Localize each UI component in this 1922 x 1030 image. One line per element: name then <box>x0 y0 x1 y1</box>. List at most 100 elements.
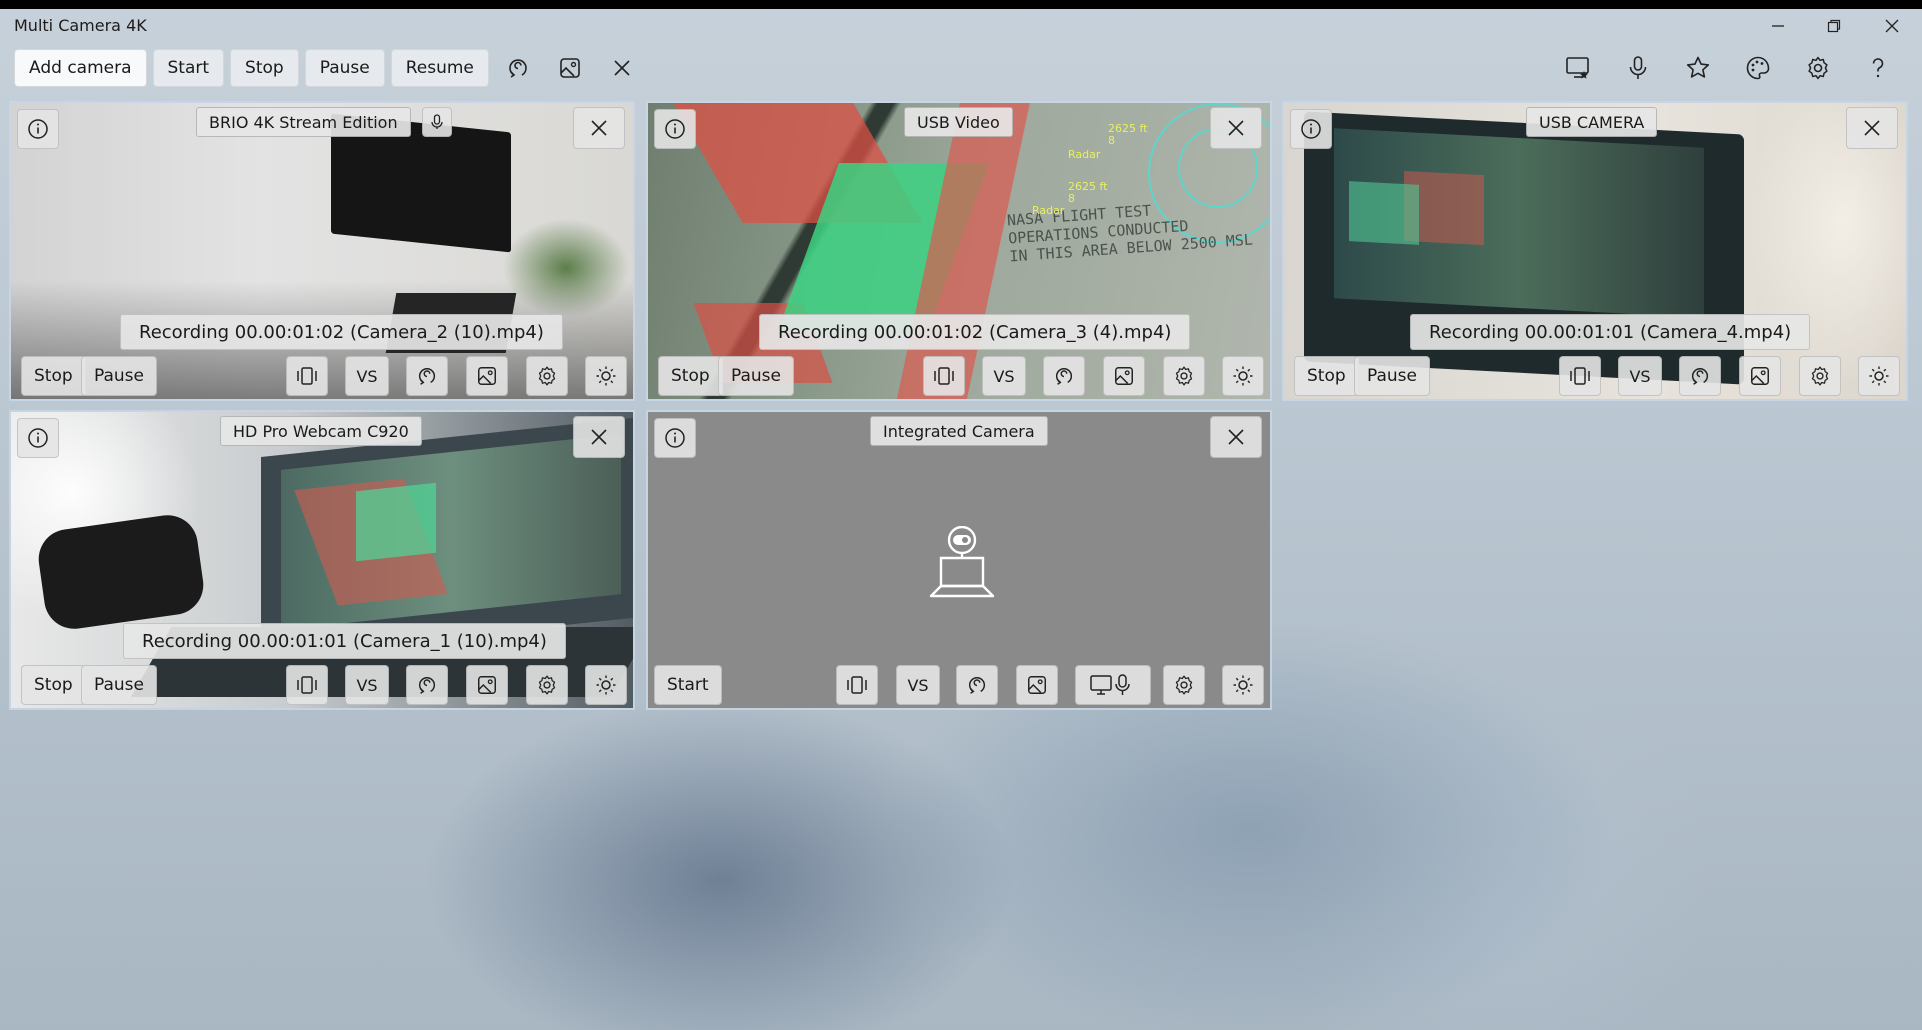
camera-panel: NASA FLIGHT TEST OPERATIONS CONDUCTED IN… <box>646 101 1272 401</box>
close-camera-button[interactable] <box>573 416 625 458</box>
info-icon <box>665 119 685 139</box>
brightness-button[interactable] <box>585 665 627 705</box>
info-icon <box>28 428 48 448</box>
brightness-icon <box>1233 366 1253 386</box>
close-camera-button[interactable] <box>573 107 625 149</box>
snapshot-button[interactable] <box>466 665 508 705</box>
minimize-icon <box>1772 25 1784 27</box>
camera-settings-button[interactable] <box>1163 665 1205 705</box>
screen-capture-button[interactable] <box>1554 46 1602 90</box>
camera-name: HD Pro Webcam C920 <box>220 416 422 446</box>
snapshot-button[interactable] <box>1016 665 1058 705</box>
brightness-button[interactable] <box>585 356 627 396</box>
camera-stop-button[interactable]: Stop <box>21 665 86 705</box>
rotate-button[interactable] <box>956 665 998 705</box>
title-bar: Multi Camera 4K <box>0 9 1922 43</box>
recording-status: Recording 00.00:01:01 (Camera_4.mp4) <box>1410 314 1811 350</box>
info-button[interactable] <box>1290 109 1332 149</box>
resolution-button[interactable] <box>836 665 878 705</box>
close-camera-button[interactable] <box>1846 107 1898 149</box>
rotate-button[interactable] <box>1043 356 1085 396</box>
camera-feed: NASA FLIGHT TEST OPERATIONS CONDUCTED IN… <box>648 103 1270 399</box>
settings-icon <box>538 675 556 695</box>
rotate-button[interactable] <box>406 665 448 705</box>
microphone-icon <box>431 114 443 129</box>
vs-button[interactable]: VS <box>982 356 1026 396</box>
snapshot-button[interactable] <box>1739 356 1781 396</box>
image-icon <box>478 367 496 385</box>
vs-button[interactable]: VS <box>345 356 389 396</box>
resolution-button[interactable] <box>286 665 328 705</box>
close-camera-button[interactable] <box>1210 416 1262 458</box>
info-button[interactable] <box>17 418 59 458</box>
vs-button[interactable]: VS <box>896 665 940 705</box>
camera-stop-button[interactable]: Stop <box>1294 356 1359 396</box>
settings-button[interactable] <box>1794 46 1842 90</box>
camera-settings-button[interactable] <box>1163 356 1205 396</box>
info-icon <box>28 119 48 139</box>
restore-button[interactable] <box>1808 9 1860 43</box>
camera-panel: Integrated Camera Start VS <box>646 410 1272 710</box>
close-icon <box>1228 120 1244 136</box>
info-button[interactable] <box>654 109 696 149</box>
brightness-button[interactable] <box>1222 665 1264 705</box>
microphone-icon <box>1629 56 1647 79</box>
close-camera-button[interactable] <box>1210 107 1262 149</box>
camera-feed <box>11 412 633 708</box>
help-icon <box>1872 58 1884 78</box>
rotate-button[interactable] <box>1679 356 1721 396</box>
rotate-icon <box>1055 368 1073 385</box>
close-all-button[interactable] <box>599 48 645 88</box>
palette-icon <box>1746 56 1770 80</box>
image-icon <box>478 676 496 694</box>
camera-name: Integrated Camera <box>870 416 1048 446</box>
close-icon <box>591 429 607 445</box>
camera-feed <box>1284 103 1906 399</box>
theme-button[interactable] <box>1734 46 1782 90</box>
resolution-button[interactable] <box>923 356 965 396</box>
resolution-icon <box>297 367 317 385</box>
resolution-button[interactable] <box>1559 356 1601 396</box>
brightness-button[interactable] <box>1858 356 1900 396</box>
add-camera-button[interactable]: Add camera <box>14 49 147 87</box>
camera-settings-button[interactable] <box>1799 356 1841 396</box>
rotate-icon <box>968 677 986 694</box>
rotate-button[interactable] <box>406 356 448 396</box>
star-icon <box>1686 56 1710 78</box>
pause-all-button[interactable]: Pause <box>304 49 385 87</box>
close-window-button[interactable] <box>1866 9 1918 43</box>
vs-button[interactable]: VS <box>1618 356 1662 396</box>
settings-icon <box>1175 366 1193 386</box>
snapshot-button[interactable] <box>466 356 508 396</box>
camera-stop-button[interactable]: Stop <box>658 356 723 396</box>
camera-pause-button[interactable]: Pause <box>81 665 157 705</box>
stop-all-button[interactable]: Stop <box>230 49 299 87</box>
top-edge <box>0 0 1922 9</box>
info-button[interactable] <box>654 418 696 458</box>
camera-mic-button[interactable] <box>422 107 452 137</box>
camera-start-button[interactable]: Start <box>654 665 722 705</box>
minimize-button[interactable] <box>1752 9 1804 43</box>
help-button[interactable] <box>1854 46 1902 90</box>
camera-pause-button[interactable]: Pause <box>81 356 157 396</box>
rotate-all-button[interactable] <box>495 48 541 88</box>
image-icon <box>1751 367 1769 385</box>
resume-all-button[interactable]: Resume <box>390 49 489 87</box>
camera-stop-button[interactable]: Stop <box>21 356 86 396</box>
camera-settings-button[interactable] <box>526 356 568 396</box>
start-all-button[interactable]: Start <box>152 49 225 87</box>
audio-source-button[interactable] <box>1075 665 1151 705</box>
vs-button[interactable]: VS <box>345 665 389 705</box>
favorites-button[interactable] <box>1674 46 1722 90</box>
camera-pause-button[interactable]: Pause <box>1354 356 1430 396</box>
brightness-button[interactable] <box>1222 356 1264 396</box>
audio-recording-button[interactable] <box>1614 46 1662 90</box>
image-icon <box>1028 676 1046 694</box>
camera-settings-button[interactable] <box>526 665 568 705</box>
camera-pause-button[interactable]: Pause <box>718 356 794 396</box>
snapshot-all-button[interactable] <box>547 48 593 88</box>
image-icon <box>1115 367 1133 385</box>
info-button[interactable] <box>17 109 59 149</box>
snapshot-button[interactable] <box>1103 356 1145 396</box>
resolution-button[interactable] <box>286 356 328 396</box>
